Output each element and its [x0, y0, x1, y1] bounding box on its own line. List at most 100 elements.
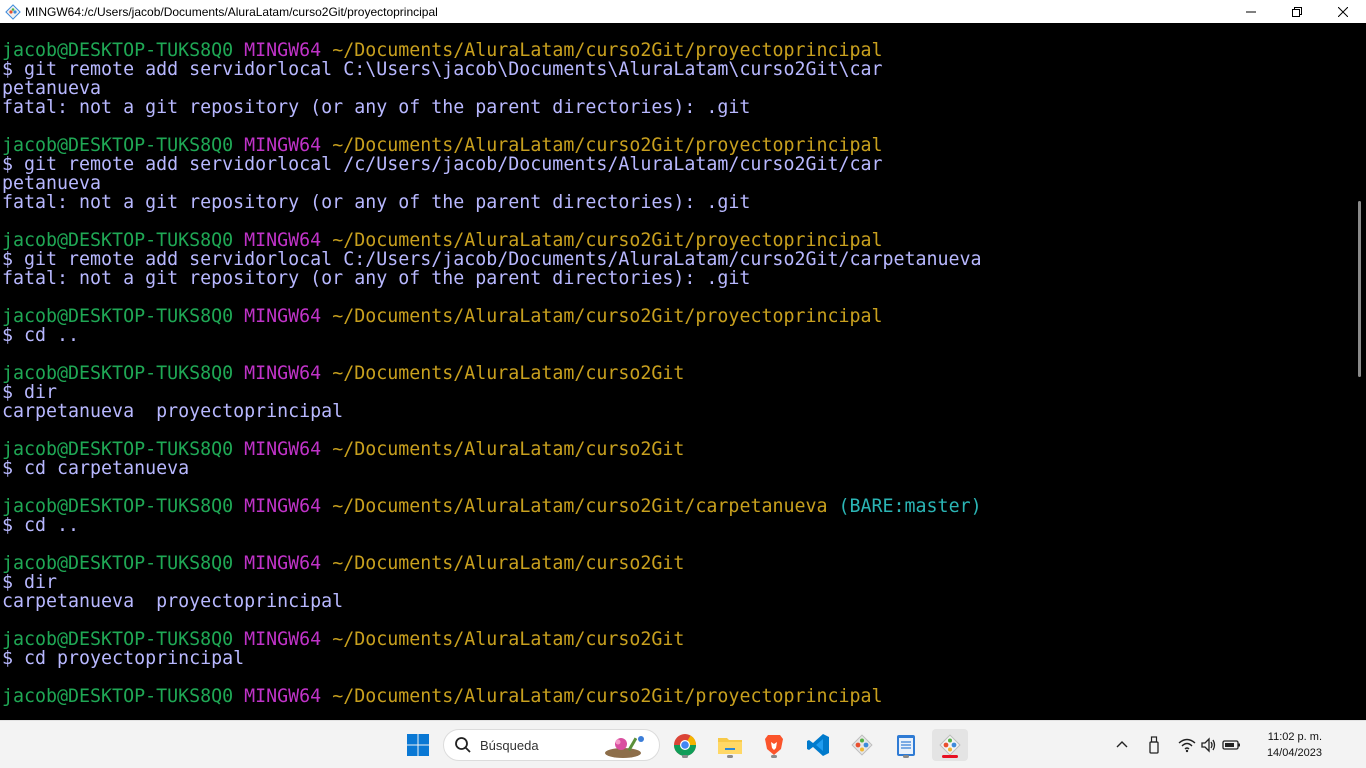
prompt-path: ~/Documents/AluraLatam/curso2Git/proyect…	[321, 40, 883, 61]
terminal-line-out: carpetanueva proyectoprincipal	[2, 592, 1354, 611]
taskbar-git-gui[interactable]	[846, 729, 878, 761]
taskbar-clock[interactable]: 11:02 p. m. 14/04/2023	[1267, 729, 1322, 761]
prompt-user: jacob@DESKTOP-TUKS8Q0	[2, 306, 234, 327]
terminal-line-out: petanueva	[2, 174, 1354, 193]
command-text: $ git remote add servidorlocal /c/Users/…	[2, 154, 883, 175]
terminal-line-prompt: jacob@DESKTOP-TUKS8Q0 MINGW64 ~/Document…	[2, 440, 1354, 459]
taskbar: Búsqueda 11:02 p. m. 14/04/2023	[0, 720, 1366, 768]
vscode-icon	[807, 734, 829, 756]
volume-icon	[1201, 737, 1216, 753]
prompt-path: ~/Documents/AluraLatam/curso2Git	[321, 629, 685, 650]
prompt-path: ~/Documents/AluraLatam/curso2Git/proyect…	[321, 135, 883, 156]
terminal-line-cmd: $ git remote add servidorlocal C:/Users/…	[2, 250, 1354, 269]
running-indicator	[727, 755, 733, 758]
close-button[interactable]	[1320, 0, 1366, 23]
prompt-user: jacob@DESKTOP-TUKS8Q0	[2, 439, 234, 460]
terminal-line-prompt: jacob@DESKTOP-TUKS8Q0 MINGW64 ~/Document…	[2, 136, 1354, 155]
restore-button[interactable]	[1274, 0, 1320, 23]
search-icon	[455, 737, 471, 753]
prompt-path: ~/Documents/AluraLatam/curso2Git	[321, 553, 685, 574]
tray-usb[interactable]	[1142, 729, 1166, 761]
notepad-icon	[897, 735, 915, 756]
terminal-line-prompt: jacob@DESKTOP-TUKS8Q0 MINGW64 ~/Document…	[2, 41, 1354, 60]
search-placeholder: Búsqueda	[480, 737, 539, 753]
taskbar-notepad[interactable]	[890, 729, 922, 761]
terminal-line-cmd: $ dir	[2, 573, 1354, 592]
output-text: fatal: not a git repository (or any of t…	[2, 268, 751, 289]
tray-overflow-button[interactable]	[1110, 729, 1134, 761]
usb-device-icon	[1149, 736, 1159, 754]
prompt-path: ~/Documents/AluraLatam/curso2Git/proyect…	[321, 230, 883, 251]
prompt-env: MINGW64	[233, 686, 322, 707]
command-text: $ cd ..	[2, 325, 80, 346]
chrome-icon	[674, 734, 696, 756]
prompt-user: jacob@DESKTOP-TUKS8Q0	[2, 40, 234, 61]
prompt-path: ~/Documents/AluraLatam/curso2Git	[321, 363, 685, 384]
terminal-line-cmd: $ cd ..	[2, 516, 1354, 535]
active-indicator	[942, 755, 958, 758]
command-text: $ dir	[2, 572, 58, 593]
terminal-line-cmd: $ git remote add servidorlocal C:\Users\…	[2, 60, 1354, 79]
taskbar-search[interactable]: Búsqueda	[443, 729, 660, 761]
window-title: MINGW64:/c/Users/jacob/Documents/AluraLa…	[25, 4, 438, 19]
folder-icon	[718, 738, 742, 754]
terminal-line-prompt: jacob@DESKTOP-TUKS8Q0 MINGW64 ~/Document…	[2, 554, 1354, 573]
prompt-env: MINGW64	[233, 135, 322, 156]
start-button[interactable]	[402, 729, 434, 761]
scrollbar-thumb[interactable]	[1358, 201, 1361, 377]
taskbar-brave[interactable]	[758, 729, 790, 761]
prompt-user: jacob@DESKTOP-TUKS8Q0	[2, 230, 234, 251]
command-text: $ git remote add servidorlocal C:\Users\…	[2, 59, 883, 80]
taskbar-file-explorer[interactable]	[714, 729, 746, 761]
prompt-path: ~/Documents/AluraLatam/curso2Git	[321, 439, 685, 460]
prompt-env: MINGW64	[233, 363, 322, 384]
clock-time: 11:02 p. m.	[1267, 731, 1322, 743]
tray-network-volume-battery[interactable]	[1174, 729, 1246, 761]
search-highlight-illustration-icon	[605, 736, 644, 758]
terminal-line-prompt: jacob@DESKTOP-TUKS8Q0 MINGW64 ~/Document…	[2, 364, 1354, 383]
wifi-icon	[1178, 738, 1196, 753]
prompt-env: MINGW64	[233, 40, 322, 61]
terminal-line-prompt: jacob@DESKTOP-TUKS8Q0 MINGW64 ~/Document…	[2, 307, 1354, 326]
command-text: $ cd carpetanueva	[2, 458, 190, 479]
terminal-line-prompt: jacob@DESKTOP-TUKS8Q0 MINGW64 ~/Document…	[2, 231, 1354, 250]
terminal-line-prompt: jacob@DESKTOP-TUKS8Q0 MINGW64 ~/Document…	[2, 687, 1354, 706]
terminal-line-prompt: jacob@DESKTOP-TUKS8Q0 MINGW64 ~/Document…	[2, 630, 1354, 649]
terminal-line-out: petanueva	[2, 79, 1354, 98]
prompt-user: jacob@DESKTOP-TUKS8Q0	[2, 686, 234, 707]
prompt-path: ~/Documents/AluraLatam/curso2Git/proyect…	[321, 306, 883, 327]
clock-date: 14/04/2023	[1266, 747, 1322, 759]
output-text: carpetanueva proyectoprincipal	[2, 591, 344, 612]
window-titlebar[interactable]: MINGW64:/c/Users/jacob/Documents/AluraLa…	[0, 0, 1366, 23]
terminal-line-cmd: $ git remote add servidorlocal /c/Users/…	[2, 155, 1354, 174]
prompt-env: MINGW64	[233, 230, 322, 251]
prompt-user: jacob@DESKTOP-TUKS8Q0	[2, 135, 234, 156]
prompt-user: jacob@DESKTOP-TUKS8Q0	[2, 553, 234, 574]
chevron-up-icon	[1116, 741, 1128, 748]
prompt-user: jacob@DESKTOP-TUKS8Q0	[2, 496, 234, 517]
command-text: $ cd proyectoprincipal	[2, 648, 245, 669]
battery-icon	[1222, 740, 1240, 750]
prompt-env: MINGW64	[233, 553, 322, 574]
prompt-env: MINGW64	[233, 306, 322, 327]
terminal-line-out: fatal: not a git repository (or any of t…	[2, 98, 1354, 117]
command-text: $ git remote add servidorlocal C:/Users/…	[2, 249, 982, 270]
taskbar-git-bash[interactable]	[932, 729, 968, 761]
terminal-line-out: fatal: not a git repository (or any of t…	[2, 193, 1354, 212]
taskbar-vscode[interactable]	[802, 729, 834, 761]
terminal-output[interactable]: jacob@DESKTOP-TUKS8Q0 MINGW64 ~/Document…	[0, 23, 1354, 720]
terminal-scrollbar[interactable]	[1354, 23, 1366, 720]
terminal-line-out: fatal: not a git repository (or any of t…	[2, 269, 1354, 288]
minimize-icon	[1246, 11, 1256, 12]
taskbar-chrome[interactable]	[669, 729, 701, 761]
windows-logo-icon	[407, 734, 429, 756]
minimize-button[interactable]	[1228, 0, 1274, 23]
prompt-env: MINGW64	[233, 439, 322, 460]
prompt-branch: (BARE:master)	[827, 496, 982, 517]
close-icon	[1338, 6, 1348, 17]
